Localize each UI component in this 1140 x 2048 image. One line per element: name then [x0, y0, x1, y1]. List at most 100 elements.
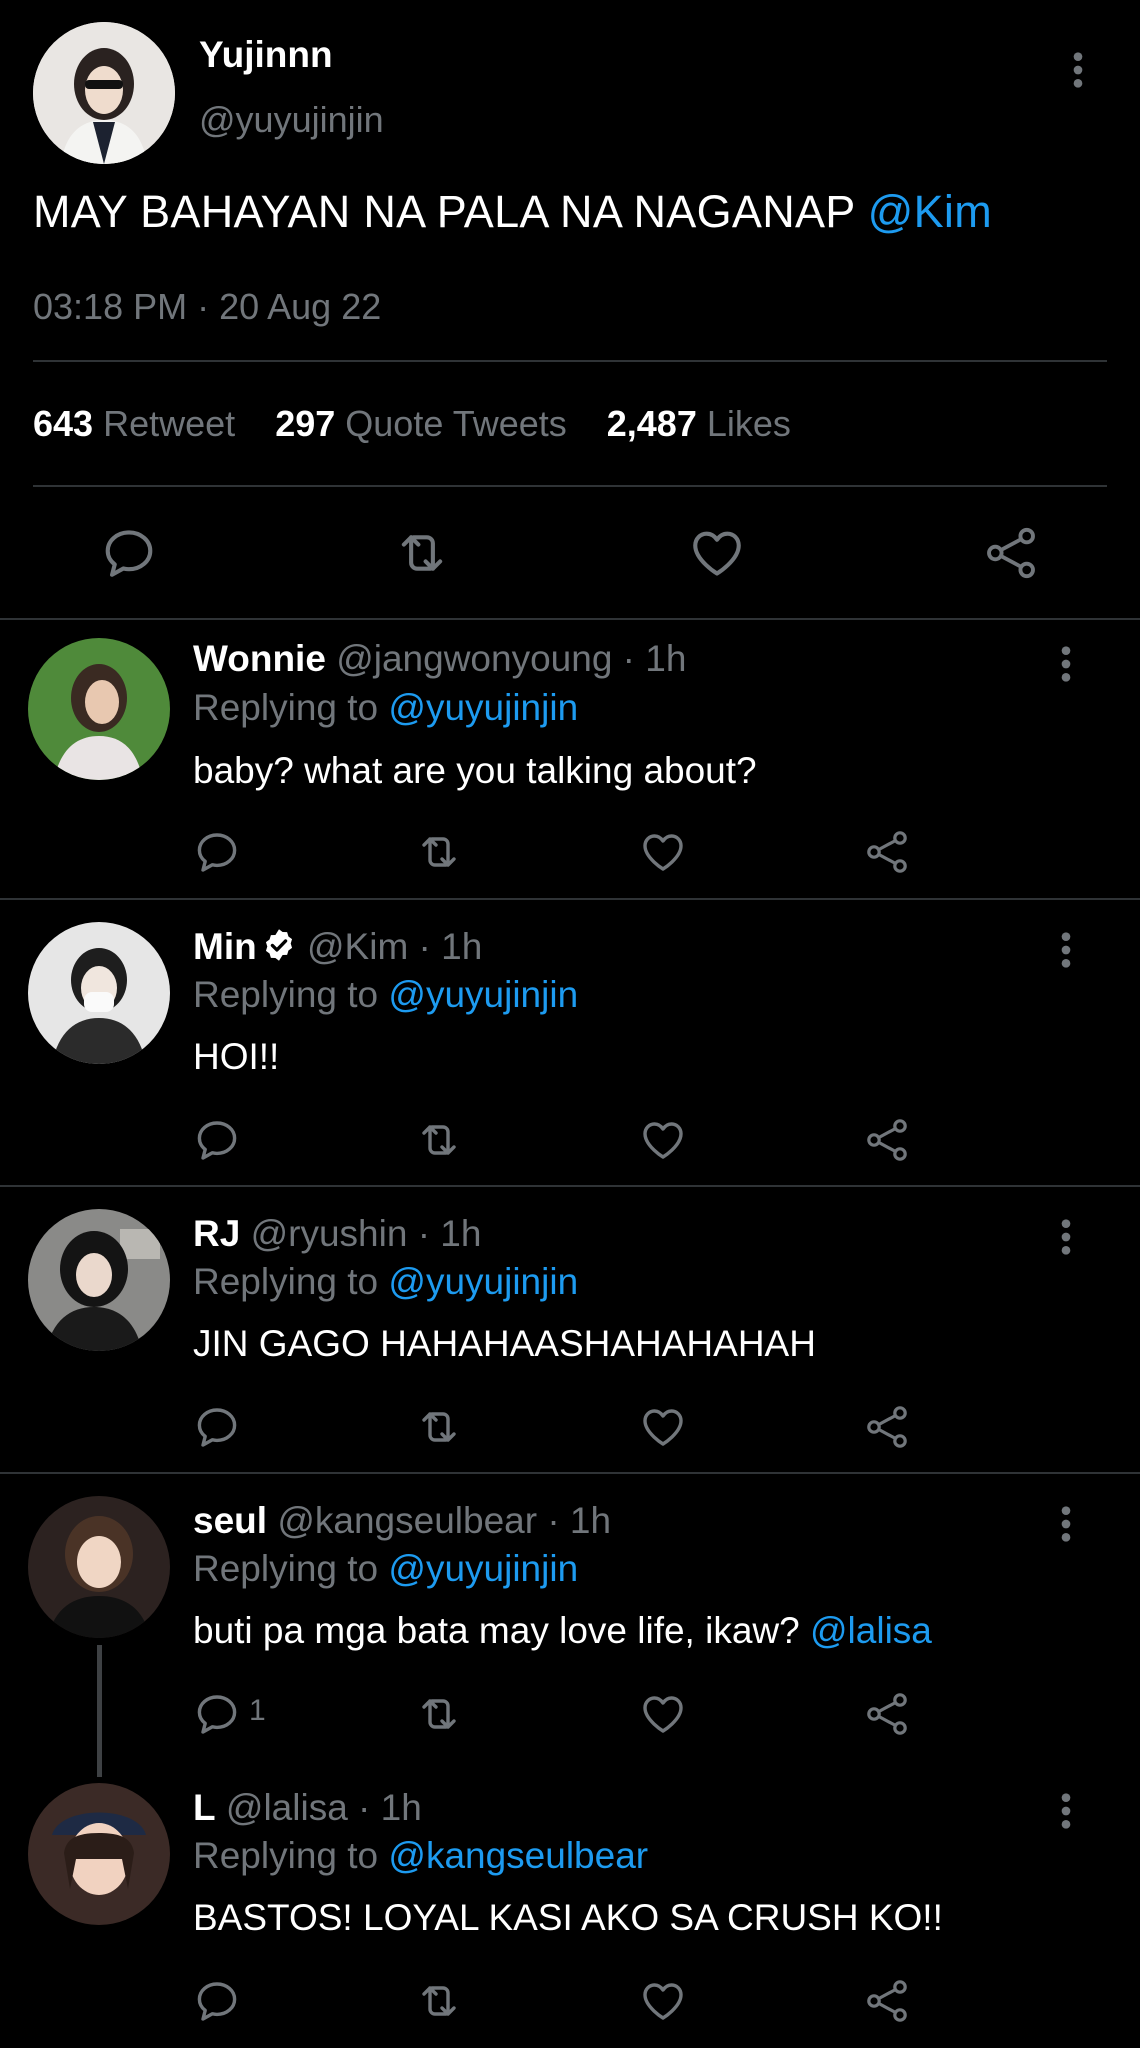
reply-header: L @lalisa · 1h: [193, 1787, 422, 1829]
mention-link[interactable]: @kangseulbear: [388, 1835, 648, 1876]
user-handle[interactable]: @kangseulbear · 1h: [277, 1500, 611, 1541]
quotes-label: Quote Tweets: [345, 403, 567, 444]
share-icon[interactable]: [982, 524, 1040, 582]
avatar[interactable]: [28, 1496, 170, 1638]
like-icon[interactable]: [639, 1977, 687, 2025]
avatar[interactable]: [28, 1209, 170, 1351]
retweet-icon[interactable]: [415, 1403, 463, 1451]
retweet-icon[interactable]: [415, 1977, 463, 2025]
more-icon[interactable]: [1058, 1217, 1074, 1257]
more-icon[interactable]: [1070, 50, 1086, 90]
retweets-label: Retweet: [103, 403, 236, 444]
mention-link[interactable]: @yuyujinjin: [388, 687, 578, 728]
user-handle[interactable]: @jangwonyoung · 1h: [336, 638, 686, 679]
avatar[interactable]: [28, 1783, 170, 1925]
quotes-stat[interactable]: 297 Quote Tweets: [275, 403, 567, 444]
share-icon[interactable]: [863, 1403, 911, 1451]
share-icon[interactable]: [863, 1116, 911, 1164]
replying-label: Replying to: [193, 1835, 389, 1876]
display-name[interactable]: Min: [193, 926, 257, 967]
tweet-text: MAY BAHAYAN NA PALA NA NAGANAP @Kim: [33, 186, 992, 238]
user-handle[interactable]: @ryushin · 1h: [251, 1213, 482, 1254]
reply-icon[interactable]: [193, 828, 241, 876]
mention-link[interactable]: @yuyujinjin: [388, 1261, 578, 1302]
share-icon[interactable]: [863, 828, 911, 876]
action-bar: [193, 1116, 933, 1164]
like-icon[interactable]: [639, 828, 687, 876]
reply-icon[interactable]: [193, 1690, 241, 1738]
reply-icon[interactable]: [193, 1116, 241, 1164]
action-bar: [193, 828, 933, 876]
user-handle[interactable]: @lalisa · 1h: [226, 1787, 422, 1828]
user-handle[interactable]: @Kim · 1h: [307, 926, 482, 967]
action-bar: [193, 1977, 933, 2025]
reply-header: Wonnie @jangwonyoung · 1h: [193, 638, 686, 680]
reply-tweet[interactable]: Wonnie @jangwonyoung · 1h Replying to @y…: [0, 620, 1140, 900]
likes-label: Likes: [706, 403, 791, 444]
mention-link[interactable]: @lalisa: [810, 1610, 932, 1651]
reply-text: BASTOS! LOYAL KASI AKO SA CRUSH KO!!: [193, 1897, 943, 1938]
replying-to: Replying to @yuyujinjin: [193, 1548, 578, 1590]
share-icon[interactable]: [863, 1977, 911, 2025]
retweet-icon[interactable]: [415, 828, 463, 876]
avatar[interactable]: [28, 922, 170, 1064]
retweet-icon[interactable]: [415, 1116, 463, 1164]
action-bar: [193, 1403, 933, 1451]
display-name[interactable]: L: [193, 1787, 216, 1828]
replying-to: Replying to @yuyujinjin: [193, 687, 578, 729]
reply-header: Min @Kim · 1h: [193, 926, 482, 968]
reply-text: HOI!!: [193, 1036, 280, 1077]
avatar[interactable]: [28, 638, 170, 780]
like-icon[interactable]: [639, 1690, 687, 1738]
reply-tweet[interactable]: Min @Kim · 1h Replying to @yuyujinjin HO…: [0, 900, 1140, 1185]
user-handle[interactable]: @yuyujinjin: [199, 99, 384, 141]
retweet-icon[interactable]: [393, 524, 451, 582]
reply-tweet[interactable]: RJ @ryushin · 1h Replying to @yuyujinjin…: [0, 1187, 1140, 1472]
replying-label: Replying to: [193, 1261, 389, 1302]
reply-count: 1: [249, 1694, 266, 1727]
mention-link[interactable]: @yuyujinjin: [388, 974, 578, 1015]
like-icon[interactable]: [688, 524, 746, 582]
more-icon[interactable]: [1058, 1791, 1074, 1831]
retweet-icon[interactable]: [415, 1690, 463, 1738]
reply-header: RJ @ryushin · 1h: [193, 1213, 481, 1255]
mention-link[interactable]: @Kim: [868, 186, 992, 237]
divider: [33, 360, 1107, 362]
divider: [33, 485, 1107, 487]
reply-text: buti pa mga bata may love life, ikaw? @l…: [193, 1610, 932, 1652]
reply-icon[interactable]: [100, 524, 158, 582]
reply-text: baby? what are you talking about?: [193, 750, 757, 791]
reply-tweet[interactable]: L @lalisa · 1h Replying to @kangseulbear…: [0, 1761, 1140, 2046]
display-name[interactable]: RJ: [193, 1213, 240, 1254]
likes-stat[interactable]: 2,487 Likes: [607, 403, 791, 444]
engagement-stats: 643 Retweet 297 Quote Tweets 2,487 Likes: [33, 403, 791, 445]
retweets-count: 643: [33, 403, 94, 444]
replying-label: Replying to: [193, 974, 389, 1015]
replying-label: Replying to: [193, 1548, 389, 1589]
display-name[interactable]: Yujinnn: [199, 34, 333, 76]
reply-header: seul @kangseulbear · 1h: [193, 1500, 611, 1542]
reply-tweet[interactable]: seul @kangseulbear · 1h Replying to @yuy…: [0, 1474, 1140, 1759]
reply-icon[interactable]: [193, 1977, 241, 2025]
avatar[interactable]: [33, 22, 175, 164]
like-icon[interactable]: [639, 1403, 687, 1451]
replying-to: Replying to @kangseulbear: [193, 1835, 648, 1877]
retweets-stat[interactable]: 643 Retweet: [33, 403, 235, 444]
quotes-count: 297: [275, 403, 336, 444]
mention-link[interactable]: @yuyujinjin: [388, 1548, 578, 1589]
replying-to: Replying to @yuyujinjin: [193, 1261, 578, 1303]
verified-badge-icon: [261, 927, 297, 963]
tweet-body: MAY BAHAYAN NA PALA NA NAGANAP: [33, 186, 868, 237]
more-icon[interactable]: [1058, 1504, 1074, 1544]
display-name[interactable]: Wonnie: [193, 638, 326, 679]
more-icon[interactable]: [1058, 644, 1074, 684]
more-icon[interactable]: [1058, 930, 1074, 970]
reply-icon[interactable]: [193, 1403, 241, 1451]
display-name[interactable]: seul: [193, 1500, 267, 1541]
replying-label: Replying to: [193, 687, 389, 728]
reply-body: buti pa mga bata may love life, ikaw?: [193, 1610, 810, 1651]
replying-to: Replying to @yuyujinjin: [193, 974, 578, 1016]
like-icon[interactable]: [639, 1116, 687, 1164]
share-icon[interactable]: [863, 1690, 911, 1738]
reply-text: JIN GAGO HAHAHAASHAHAHAHAH: [193, 1323, 816, 1364]
